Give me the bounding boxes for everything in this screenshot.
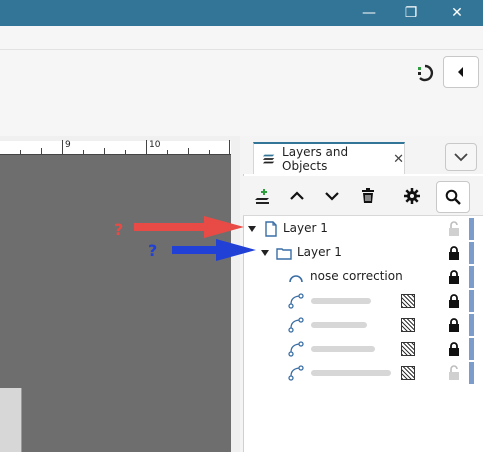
ruler-minor-tick bbox=[125, 150, 126, 154]
layer-color-stripe bbox=[469, 266, 474, 288]
lock-icon[interactable] bbox=[447, 317, 461, 333]
ruler-label: 10 bbox=[149, 140, 161, 150]
tree-row[interactable] bbox=[243, 337, 468, 361]
tree-row[interactable] bbox=[243, 361, 468, 385]
add-layer-button[interactable] bbox=[251, 184, 275, 208]
layer-color-stripe bbox=[469, 338, 474, 360]
caret-left-icon bbox=[458, 67, 463, 77]
horizontal-ruler[interactable]: 9 10 bbox=[0, 140, 231, 155]
ruler-minor-tick bbox=[104, 148, 105, 154]
tree-row[interactable] bbox=[243, 289, 468, 313]
clip-indicator-icon bbox=[401, 294, 415, 308]
tree-row[interactable] bbox=[243, 313, 468, 337]
lock-icon[interactable] bbox=[447, 341, 461, 357]
bezier-path-icon bbox=[288, 317, 304, 333]
layer-color-stripe bbox=[469, 290, 474, 312]
tree-row[interactable]: Layer 1 bbox=[243, 217, 468, 241]
settings-button[interactable] bbox=[400, 184, 424, 208]
bezier-path-icon bbox=[288, 365, 304, 381]
redacted-label bbox=[311, 370, 391, 376]
clip-indicator-icon bbox=[401, 342, 415, 356]
redacted-label bbox=[311, 298, 371, 304]
page-area bbox=[0, 388, 22, 452]
bezier-path-icon bbox=[288, 341, 304, 357]
expand-triangle-icon[interactable] bbox=[260, 248, 270, 258]
layer-color-stripe bbox=[469, 314, 474, 336]
tab-label: Layers and Objects bbox=[282, 145, 349, 173]
ruler-tick bbox=[229, 140, 230, 154]
ruler-minor-tick bbox=[20, 150, 21, 154]
search-button[interactable] bbox=[436, 181, 470, 213]
commands-bar bbox=[0, 50, 483, 136]
tab-layers-and-objects[interactable]: Layers and Objects ✕ bbox=[253, 142, 405, 174]
minimize-icon: — bbox=[362, 5, 376, 21]
lower-button[interactable] bbox=[320, 184, 344, 208]
red-arrow bbox=[134, 216, 244, 238]
chevron-down-icon bbox=[454, 153, 468, 162]
folder-icon bbox=[276, 248, 292, 260]
ruler-minor-tick bbox=[188, 148, 189, 154]
lock-icon[interactable] bbox=[447, 293, 461, 309]
ruler-minor-tick bbox=[41, 148, 42, 154]
lock-icon[interactable] bbox=[447, 245, 461, 261]
trash-icon bbox=[362, 188, 374, 203]
chevron-down-icon bbox=[325, 192, 339, 201]
maximize-icon: ❐ bbox=[404, 5, 418, 21]
bezier-path-icon bbox=[288, 293, 304, 309]
layers-icon bbox=[262, 154, 275, 164]
clip-indicator-icon bbox=[401, 366, 415, 380]
search-icon bbox=[445, 189, 461, 205]
gear-icon bbox=[404, 188, 420, 204]
snap-icon bbox=[418, 64, 434, 82]
row-label: Layer 1 bbox=[283, 221, 328, 235]
lock-icon[interactable] bbox=[447, 269, 461, 285]
maximize-button[interactable]: ❐ bbox=[396, 0, 426, 26]
layer-color-stripe bbox=[469, 218, 474, 240]
ruler-tick bbox=[62, 140, 63, 154]
expand-triangle-icon[interactable] bbox=[247, 224, 257, 234]
row-label: Layer 1 bbox=[297, 245, 342, 259]
blue-arrow bbox=[172, 239, 256, 261]
panel-menu-button[interactable] bbox=[445, 143, 477, 171]
tree-row[interactable]: Layer 1 bbox=[243, 241, 468, 265]
snap-toggle[interactable] bbox=[414, 62, 436, 84]
redacted-label bbox=[311, 346, 375, 352]
menu-bar bbox=[0, 26, 483, 50]
ruler-minor-tick bbox=[83, 150, 84, 154]
add-layer-icon bbox=[255, 189, 269, 204]
layers-toolbar bbox=[243, 176, 483, 216]
layer-color-stripe bbox=[469, 362, 474, 384]
arc-path-icon bbox=[289, 275, 303, 283]
blue-question-mark: ? bbox=[148, 241, 158, 260]
unlocked-icon[interactable] bbox=[447, 365, 461, 381]
close-button[interactable]: ✕ bbox=[442, 0, 472, 26]
close-tab-icon[interactable]: ✕ bbox=[393, 152, 404, 167]
unlocked-icon[interactable] bbox=[447, 221, 461, 237]
drawing-canvas[interactable] bbox=[0, 155, 231, 452]
ruler-minor-tick bbox=[167, 150, 168, 154]
ruler-tick bbox=[146, 140, 147, 154]
raise-button[interactable] bbox=[285, 184, 309, 208]
clip-indicator-icon bbox=[401, 318, 415, 332]
layer-color-stripe bbox=[469, 242, 474, 264]
toggle-dock-button[interactable] bbox=[443, 56, 479, 88]
row-label: nose correction bbox=[310, 269, 403, 283]
ruler-label: 9 bbox=[65, 140, 71, 150]
red-question-mark: ? bbox=[114, 220, 124, 239]
minimize-button[interactable]: — bbox=[354, 0, 384, 26]
tree-row[interactable]: nose correction bbox=[243, 265, 468, 289]
document-icon bbox=[265, 221, 277, 237]
ruler-minor-tick bbox=[209, 150, 210, 154]
close-icon: ✕ bbox=[451, 5, 463, 21]
chevron-up-icon bbox=[290, 191, 304, 200]
redacted-label bbox=[311, 322, 367, 328]
delete-button[interactable] bbox=[356, 184, 380, 208]
